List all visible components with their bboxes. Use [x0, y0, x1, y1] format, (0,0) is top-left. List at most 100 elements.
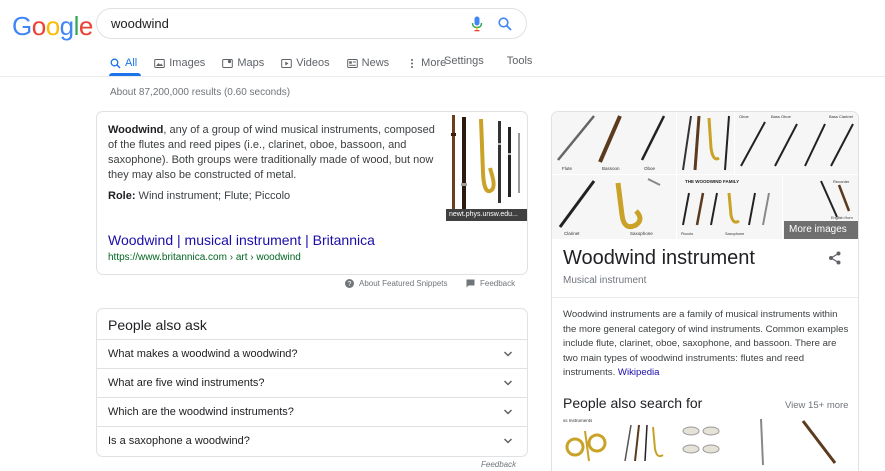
- paa-question-label: What are five wind instruments?: [108, 377, 265, 389]
- image-label: Bassoon: [602, 166, 620, 171]
- paa-question[interactable]: Is a saxophone a woodwind?: [97, 426, 527, 455]
- snippet-text: Woodwind, any of a group of wind musical…: [108, 123, 438, 183]
- image-label: Piccolo: [681, 232, 693, 236]
- more-vertical-icon: [406, 58, 417, 69]
- share-icon[interactable]: [828, 251, 842, 265]
- more-images-button[interactable]: More images: [784, 221, 858, 239]
- people-also-ask: People also ask What makes a woodwind a …: [96, 308, 528, 457]
- image-recorders[interactable]: Recorder English Horn More images: [783, 175, 858, 239]
- image-label: Clarinet: [564, 231, 580, 236]
- tab-label: More: [421, 57, 447, 69]
- tools-link[interactable]: Tools: [507, 55, 533, 67]
- logo-letter: g: [59, 11, 74, 41]
- feedback-icon: [466, 279, 475, 288]
- google-logo[interactable]: Google: [12, 11, 93, 42]
- role-value: Wind instrument; Flute; Piccolo: [135, 190, 291, 202]
- wikipedia-link[interactable]: Wikipedia: [618, 367, 660, 378]
- pasf-thumb-oboe[interactable]: [795, 417, 841, 467]
- result-title-link[interactable]: Woodwind | musical instrument | Britanni…: [108, 232, 375, 248]
- paa-question[interactable]: What makes a woodwind a woodwind?: [97, 339, 527, 368]
- image-label: ss Instruments: [563, 418, 593, 423]
- image-label: Bass Clarinet: [829, 114, 854, 119]
- search-icon[interactable]: [496, 15, 514, 33]
- pasf-thumb-woodwinds[interactable]: [621, 417, 667, 467]
- image-clarinet-saxophone[interactable]: Clarinet Saxophone: [552, 175, 676, 239]
- logo-letter: G: [12, 11, 32, 41]
- paa-question-label: Which are the woodwind instruments?: [108, 406, 294, 418]
- tab-label: Maps: [237, 57, 265, 69]
- role-label: Role:: [108, 190, 136, 202]
- tab-videos[interactable]: Videos: [281, 55, 330, 71]
- pasf-thumb-flute[interactable]: [737, 417, 783, 467]
- paa-heading: People also ask: [108, 317, 207, 333]
- pasf-thumb-percussion[interactable]: [679, 417, 725, 467]
- image-label: English Horn: [831, 216, 853, 220]
- tools-bar: Settings Tools: [444, 55, 555, 67]
- featured-snippet: Woodwind, any of a group of wind musical…: [96, 111, 528, 275]
- search-tabs: All Images Maps Videos News More: [110, 55, 463, 71]
- map-icon: [222, 58, 234, 69]
- help-icon: ?: [345, 279, 354, 288]
- tab-more[interactable]: More: [406, 55, 446, 71]
- mic-icon[interactable]: [468, 15, 486, 33]
- paa-feedback[interactable]: Feedback: [481, 460, 516, 469]
- image-label: Oboe: [739, 114, 750, 119]
- pasf-thumb-brass[interactable]: ss Instruments: [563, 417, 609, 467]
- tab-news[interactable]: News: [346, 55, 390, 71]
- image-woodwind-collection[interactable]: [677, 112, 734, 174]
- svg-text:?: ?: [348, 281, 352, 288]
- image-label: THE WOODWIND FAMILY: [685, 179, 739, 184]
- image-label: Bass Oboe: [771, 114, 792, 119]
- kp-subtitle: Musical instrument: [563, 275, 647, 286]
- feedback-label: Feedback: [480, 279, 516, 288]
- logo-letter: o: [31, 11, 46, 41]
- tab-images[interactable]: Images: [154, 55, 205, 71]
- tab-label: All: [125, 57, 138, 69]
- kp-divider: [552, 297, 858, 298]
- paa-question[interactable]: Which are the woodwind instruments?: [97, 397, 527, 426]
- snippet-feedback[interactable]: Feedback: [466, 279, 515, 288]
- image-label: Recorder: [833, 179, 850, 184]
- chevron-down-icon: [503, 380, 513, 386]
- paa-question-label: Is a saxophone a woodwind?: [108, 435, 250, 447]
- image-source-caption: newt.phys.unsw.edu...: [446, 209, 527, 221]
- about-featured-snippets[interactable]: ? About Featured Snippets: [345, 279, 448, 288]
- tab-all[interactable]: All: [110, 55, 137, 71]
- snippet-term: Woodwind: [108, 124, 164, 136]
- knowledge-panel: Flute Bassoon Oboe Clarinet Saxophone Ob…: [551, 111, 859, 471]
- view-more-link[interactable]: View 15+ more: [785, 400, 848, 411]
- snippet-role: Role: Wind instrument; Flute; Piccolo: [108, 190, 290, 202]
- image-grid[interactable]: Flute Bassoon Oboe Clarinet Saxophone Ob…: [552, 112, 858, 239]
- search-icon: [110, 58, 121, 69]
- tab-maps[interactable]: Maps: [222, 55, 264, 71]
- result-url[interactable]: https://www.britannica.com › art › woodw…: [108, 252, 301, 263]
- header-divider: [0, 76, 885, 77]
- tab-label: Videos: [296, 57, 330, 69]
- kp-title: Woodwind instrument: [563, 247, 755, 269]
- image-label: Flute: [562, 166, 573, 171]
- settings-link[interactable]: Settings: [444, 55, 484, 67]
- kp-description-text: Woodwind instruments are a family of mus…: [563, 309, 849, 378]
- image-label: Oboe: [644, 166, 656, 171]
- image-flute-bassoon-oboe[interactable]: Flute Bassoon Oboe: [552, 112, 676, 174]
- tab-label: News: [361, 57, 390, 69]
- image-woodwind-family[interactable]: THE WOODWIND FAMILY Piccolo Saxophone: [677, 175, 782, 239]
- image-icon: [154, 58, 166, 69]
- paa-question[interactable]: What are five wind instruments?: [97, 368, 527, 397]
- search-bar[interactable]: woodwind: [96, 8, 527, 39]
- people-also-search-heading: People also search for: [563, 395, 703, 411]
- logo-letter: o: [45, 11, 60, 41]
- results-count: About 87,200,000 results (0.60 seconds): [110, 87, 291, 98]
- image-label: Saxophone: [630, 231, 653, 236]
- chevron-down-icon: [503, 438, 513, 444]
- paa-question-label: What makes a woodwind a woodwind?: [108, 348, 298, 360]
- news-icon: [346, 58, 358, 69]
- image-woodwind-chart[interactable]: Oboe Bass Oboe Bass Clarinet: [735, 112, 858, 174]
- search-input[interactable]: woodwind: [111, 16, 458, 31]
- video-icon: [281, 58, 293, 69]
- kp-description: Woodwind instruments are a family of mus…: [563, 308, 853, 381]
- snippet-image[interactable]: newt.phys.unsw.edu...: [446, 113, 527, 221]
- tab-label: Images: [169, 57, 206, 69]
- image-label: Saxophone: [725, 232, 744, 236]
- chevron-down-icon: [503, 351, 513, 357]
